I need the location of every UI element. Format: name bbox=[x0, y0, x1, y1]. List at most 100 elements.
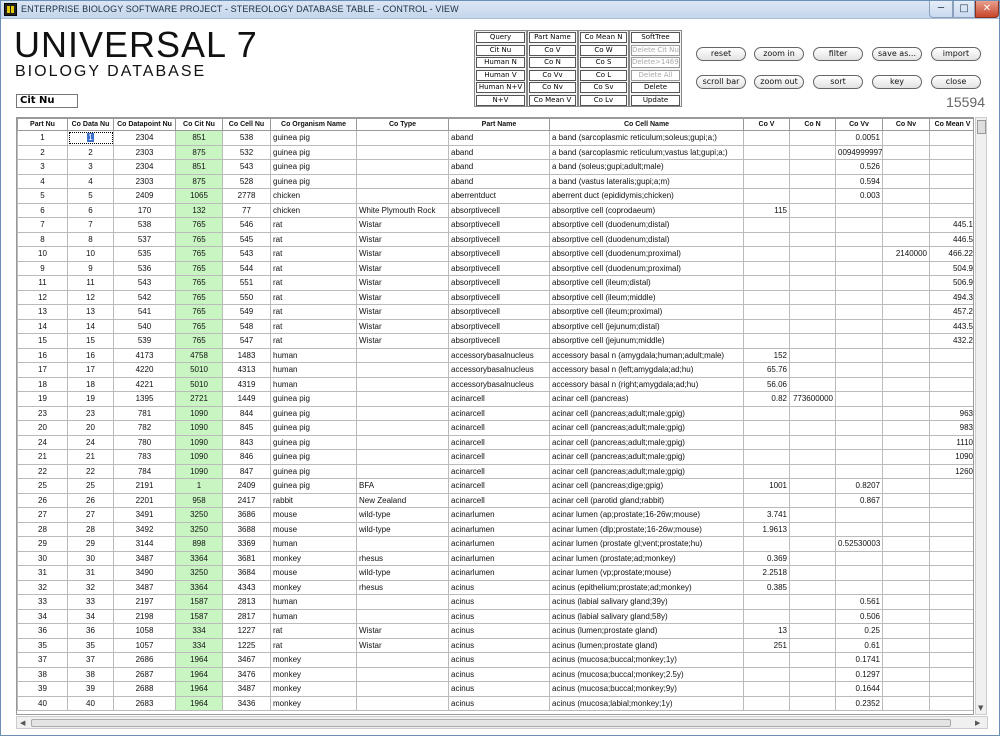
table-cell[interactable]: 37 bbox=[17, 652, 68, 668]
table-cell[interactable]: 0.1297 bbox=[835, 666, 883, 682]
table-cell[interactable]: 543 bbox=[222, 159, 271, 175]
table-cell[interactable] bbox=[789, 681, 836, 697]
table-cell[interactable]: 2688 bbox=[113, 681, 176, 697]
table-cell[interactable]: absorptivecell bbox=[448, 333, 550, 349]
table-cell[interactable] bbox=[882, 536, 930, 552]
table-cell[interactable]: 2303 bbox=[113, 173, 176, 189]
table-cell[interactable] bbox=[789, 362, 836, 378]
table-cell[interactable]: 36 bbox=[17, 623, 68, 639]
table-cell[interactable]: absorptivecell bbox=[448, 260, 550, 276]
table-cell[interactable]: 17 bbox=[17, 362, 68, 378]
table-cell[interactable]: acinarlumen bbox=[448, 507, 550, 523]
table-cell[interactable]: acinar cell (pancreas) bbox=[549, 391, 744, 407]
table-cell[interactable]: absorptivecell bbox=[448, 217, 550, 233]
table-cell[interactable]: 2817 bbox=[222, 608, 271, 624]
table-cell[interactable]: absorptive cell (ileum;proximal) bbox=[549, 304, 744, 320]
table-cell[interactable]: mouse bbox=[270, 565, 357, 581]
table-cell[interactable]: 543 bbox=[222, 246, 271, 262]
vertical-scroll-thumb[interactable] bbox=[977, 120, 986, 134]
table-cell[interactable]: 1058 bbox=[113, 623, 176, 639]
table-cell[interactable] bbox=[356, 159, 449, 175]
table-cell[interactable]: 538 bbox=[113, 217, 176, 233]
zoom-out-button[interactable]: zoom out bbox=[754, 75, 804, 89]
table-cell[interactable]: chicken bbox=[270, 188, 357, 204]
query-human-v-button[interactable]: Human V bbox=[476, 69, 525, 81]
table-cell[interactable]: acinarlumen bbox=[448, 536, 550, 552]
table-cell[interactable] bbox=[929, 608, 973, 624]
table-cell[interactable] bbox=[356, 666, 449, 682]
table-cell[interactable] bbox=[789, 246, 836, 262]
table-cell[interactable]: Wistar bbox=[356, 260, 449, 276]
table-cell[interactable]: guinea pig bbox=[270, 391, 357, 407]
table-cell[interactable]: 37 bbox=[67, 652, 114, 668]
table-cell[interactable]: 1090 bbox=[929, 449, 973, 465]
table-cell[interactable]: 0094999997 bbox=[835, 144, 883, 160]
table-cell[interactable] bbox=[929, 130, 973, 146]
table-cell[interactable] bbox=[789, 405, 836, 421]
table-cell[interactable] bbox=[882, 666, 930, 682]
table-cell[interactable]: 0.61 bbox=[835, 637, 883, 653]
table-cell[interactable] bbox=[882, 507, 930, 523]
table-cell[interactable]: 506.9 bbox=[929, 275, 973, 291]
table-cell[interactable]: 15 bbox=[67, 333, 114, 349]
table-cell[interactable]: 3490 bbox=[113, 565, 176, 581]
table-cell[interactable]: 1057 bbox=[113, 637, 176, 653]
table-cell[interactable]: 4313 bbox=[222, 362, 271, 378]
table-cell[interactable]: acinar lumen (ap;prostate;16-26w;mouse) bbox=[549, 507, 744, 523]
table-cell[interactable]: 29 bbox=[17, 536, 68, 552]
scroll-left-arrow-icon[interactable]: ◀ bbox=[20, 718, 25, 728]
table-cell[interactable]: 765 bbox=[175, 318, 223, 334]
table-cell[interactable] bbox=[882, 347, 930, 363]
table-cell[interactable] bbox=[743, 681, 790, 697]
table-cell[interactable]: 3436 bbox=[222, 695, 271, 711]
table-cell[interactable]: 10 bbox=[67, 246, 114, 262]
table-cell[interactable] bbox=[882, 623, 930, 639]
scroll-bar-button[interactable]: scroll bar bbox=[696, 75, 746, 89]
table-cell[interactable]: human bbox=[270, 376, 357, 392]
table-row[interactable]: 1 1 2304 851 538 guinea pig aband a band (sarco… bbox=[17, 130, 973, 146]
table-cell[interactable]: monkey bbox=[270, 695, 357, 711]
table-cell[interactable] bbox=[356, 347, 449, 363]
table-cell[interactable]: Wistar bbox=[356, 637, 449, 653]
table-cell[interactable]: rat bbox=[270, 304, 357, 320]
table-cell[interactable]: 4173 bbox=[113, 347, 176, 363]
table-row[interactable]: 3 3 2304 851 543 guinea pig aband a band (soleu… bbox=[17, 159, 973, 175]
table-cell[interactable]: guinea pig bbox=[270, 159, 357, 175]
table-cell[interactable] bbox=[835, 521, 883, 537]
table-cell[interactable]: 3364 bbox=[175, 550, 223, 566]
table-cell[interactable]: 38 bbox=[17, 666, 68, 682]
table-cell[interactable]: 65.76 bbox=[743, 362, 790, 378]
table-cell[interactable]: 1587 bbox=[175, 594, 223, 610]
table-cell[interactable] bbox=[789, 463, 836, 479]
table-cell[interactable]: 2191 bbox=[113, 478, 176, 494]
table-cell[interactable]: human bbox=[270, 536, 357, 552]
table-cell[interactable] bbox=[835, 391, 883, 407]
table-row[interactable]: 17 17 4220 5010 4313 human accessorybasalnucle… bbox=[17, 362, 973, 378]
table-cell[interactable]: monkey bbox=[270, 550, 357, 566]
table-row[interactable]: 29 29 3144 898 3369 human acinarlumen acinar lu… bbox=[17, 536, 973, 552]
table-cell[interactable]: 0.52530003 bbox=[835, 536, 883, 552]
table-cell[interactable] bbox=[882, 202, 930, 218]
table-cell[interactable] bbox=[356, 130, 449, 146]
query-co-mean-n-button[interactable]: Co Mean N bbox=[580, 32, 627, 43]
table-cell[interactable] bbox=[789, 202, 836, 218]
table-cell[interactable] bbox=[929, 579, 973, 595]
query-co-v-button[interactable]: Co V bbox=[529, 44, 576, 56]
table-cell[interactable]: 2721 bbox=[175, 391, 223, 407]
table-cell[interactable] bbox=[743, 666, 790, 682]
table-cell[interactable]: 457.2 bbox=[929, 304, 973, 320]
table-cell[interactable]: acinus (lumen;prostate gland) bbox=[549, 623, 744, 639]
table-cell[interactable]: absorptivecell bbox=[448, 318, 550, 334]
table-cell[interactable] bbox=[882, 130, 930, 146]
table-cell[interactable]: 1587 bbox=[175, 608, 223, 624]
table-cell[interactable]: 958 bbox=[175, 492, 223, 508]
table-cell[interactable]: acinarcell bbox=[448, 391, 550, 407]
table-cell[interactable] bbox=[789, 347, 836, 363]
table-cell[interactable]: 1090 bbox=[175, 463, 223, 479]
query-co-sv-button[interactable]: Co Sv bbox=[580, 82, 627, 94]
table-cell[interactable]: rat bbox=[270, 637, 357, 653]
table-cell[interactable] bbox=[743, 434, 790, 450]
table-cell[interactable]: 1 bbox=[17, 130, 68, 146]
table-cell[interactable]: 504.9 bbox=[929, 260, 973, 276]
table-cell[interactable]: 25 bbox=[67, 478, 114, 494]
